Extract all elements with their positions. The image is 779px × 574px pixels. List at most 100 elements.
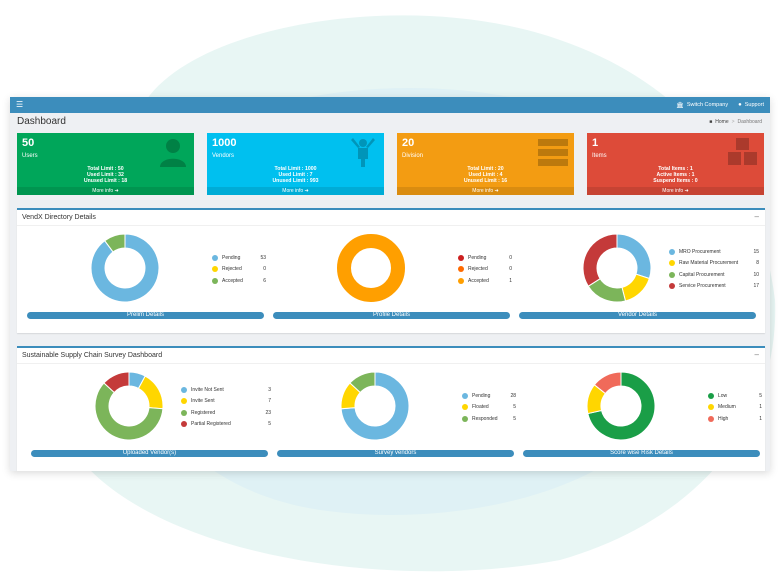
legend-value: 0: [509, 266, 512, 273]
legend-swatch: [181, 398, 187, 405]
chart-footer-link[interactable]: Uploaded Vendor(s): [31, 450, 268, 457]
items-tile: 1 Items Total Items : 1 Active Items : 1…: [587, 133, 764, 195]
page-header: Dashboard ■ Home > Dashboard: [10, 113, 770, 131]
switch-company-link[interactable]: 🏛 Switch Company: [676, 102, 728, 109]
legend-value: 5: [513, 415, 516, 422]
legend-item[interactable]: Service Procurement 17: [669, 281, 759, 293]
chart-footer-link[interactable]: Score wise Risk Details: [523, 450, 760, 457]
panel-divider: [17, 363, 765, 364]
legend-item[interactable]: Pending 28: [462, 390, 516, 402]
legend-value: 0: [263, 266, 266, 273]
panel-divider: [17, 225, 765, 226]
tile-stats: Total Limit : 50 Used Limit : 32 Unused …: [17, 166, 194, 184]
page-title: Dashboard: [17, 116, 66, 127]
legend-swatch: [462, 404, 468, 411]
vendors-tile: 1000 Vendors Total Limit : 1000 Used Lim…: [207, 133, 384, 195]
division-tile: 20 Division Total Limit : 20 Used Limit …: [397, 133, 574, 195]
legend-label: Accepted: [222, 277, 243, 284]
collapse-icon[interactable]: –: [755, 350, 759, 359]
more-info-link[interactable]: More info ➜: [587, 187, 764, 195]
legend-item[interactable]: Raw Material Procurement 8: [669, 258, 759, 270]
legend-value: 1: [759, 415, 762, 422]
tile-stat: Suspend Items : 0: [653, 177, 698, 184]
cubes-icon: [728, 138, 757, 165]
legend-item[interactable]: Low 5: [708, 390, 762, 402]
more-info-link[interactable]: More info ➜: [397, 187, 574, 195]
legend-item[interactable]: Accepted 1: [458, 275, 512, 287]
legend-item[interactable]: High 1: [708, 413, 762, 425]
legend-item[interactable]: Rejected 0: [212, 264, 266, 276]
chart-legend: MRO Procurement 15 Raw Material Procuremen…: [669, 246, 759, 292]
uploaded-vendors-chart: Invite Not Sent 3 Invite Sent 7 Registered 23…: [31, 366, 271, 466]
users-tile: 50 Users Total Limit : 50 Used Limit : 3…: [17, 133, 194, 195]
support-link[interactable]: ● Support: [738, 102, 764, 108]
legend-value: 5: [513, 404, 516, 411]
legend-item[interactable]: Pending 0: [458, 252, 512, 264]
legend-label: Pending: [468, 254, 487, 261]
legend-swatch: [462, 415, 468, 422]
legend-item[interactable]: Invite Sent 7: [181, 396, 271, 408]
donut-slice-mro-procurement[interactable]: [616, 233, 652, 280]
risk-score-chart: Low 5 Medium 1 High 1 Score wise Risk Details: [523, 366, 763, 466]
legend-item[interactable]: MRO Procurement 15: [669, 246, 759, 258]
legend-item[interactable]: Medium 1: [708, 402, 762, 414]
legend-value: 53: [260, 254, 266, 261]
legend-item[interactable]: Accepted 6: [212, 275, 266, 287]
legend-swatch: [212, 254, 218, 261]
donut-slice-accepted[interactable]: [337, 234, 405, 302]
more-info-link[interactable]: More info ➜: [17, 187, 194, 195]
legend-label: Rejected: [468, 266, 488, 273]
legend-label: Service Procurement: [679, 283, 726, 290]
legend-value: 1: [509, 277, 512, 284]
legend-value: 6: [263, 277, 266, 284]
legend-label: Rejected: [222, 266, 242, 273]
more-info-label: More info: [472, 188, 494, 194]
profile-chart: Pending 0 Rejected 0 Accepted 1 Profile Detail…: [273, 228, 513, 328]
legend-label: High: [718, 415, 729, 422]
hamburger-icon[interactable]: ☰: [16, 100, 26, 110]
switch-company-label: Switch Company: [686, 102, 729, 108]
legend-value: 0: [509, 254, 512, 261]
legend-item[interactable]: Floated 5: [462, 402, 516, 414]
chart-footer-link[interactable]: Profile Details: [273, 312, 510, 319]
donut-slice-service-procurement[interactable]: [582, 233, 618, 287]
legend-value: 15: [753, 248, 759, 255]
tile-stat: Unused Limit : 993: [272, 177, 319, 184]
legend-swatch: [181, 409, 187, 416]
chart-footer-link[interactable]: Vendor Details: [519, 312, 756, 319]
more-info-link[interactable]: More info ➜: [207, 187, 384, 195]
legend-swatch: [212, 266, 218, 273]
chart-legend: Pending 53 Rejected 0 Accepted 6: [212, 252, 266, 287]
legend-value: 3: [268, 386, 271, 393]
legend-swatch: [458, 266, 464, 273]
legend-item[interactable]: Rejected 0: [458, 264, 512, 276]
tile-stats: Total Items : 1 Active Items : 1 Suspend…: [587, 166, 764, 184]
donut-chart: [337, 234, 405, 302]
tile-stats: Total Limit : 1000 Used Limit : 7 Unused…: [207, 166, 384, 184]
donut-slice-raw-material-procurement[interactable]: [621, 273, 650, 302]
legend-value: 28: [510, 392, 516, 399]
breadcrumb-home[interactable]: Home: [715, 119, 728, 125]
building-icon: 🏛: [676, 102, 684, 109]
tile-number: 1000: [212, 137, 237, 149]
more-info-label: More info: [92, 188, 114, 194]
legend-item[interactable]: Pending 53: [212, 252, 266, 264]
chart-footer-link[interactable]: Survey vendors: [277, 450, 514, 457]
legend-item[interactable]: Registered 23: [181, 407, 271, 419]
chart-footer-link[interactable]: Prelim Details: [27, 312, 264, 319]
legend-value: 10: [753, 271, 759, 278]
summary-tiles: 50 Users Total Limit : 50 Used Limit : 3…: [17, 133, 765, 195]
legend-item[interactable]: Responded 5: [462, 413, 516, 425]
collapse-icon[interactable]: –: [755, 212, 759, 221]
more-info-label: More info: [282, 188, 304, 194]
donut-chart: [586, 371, 656, 441]
donut-slice-invite-sent[interactable]: [137, 375, 164, 410]
legend-value: 5: [268, 421, 271, 428]
legend-value: 8: [756, 260, 759, 267]
legend-swatch: [181, 421, 187, 428]
legend-item[interactable]: Capital Procurement 10: [669, 269, 759, 281]
legend-swatch: [462, 392, 468, 399]
legend-item[interactable]: Partial Registered 5: [181, 419, 271, 431]
legend-item[interactable]: Invite Not Sent 3: [181, 384, 271, 396]
chart-legend: Low 5 Medium 1 High 1: [708, 390, 762, 425]
